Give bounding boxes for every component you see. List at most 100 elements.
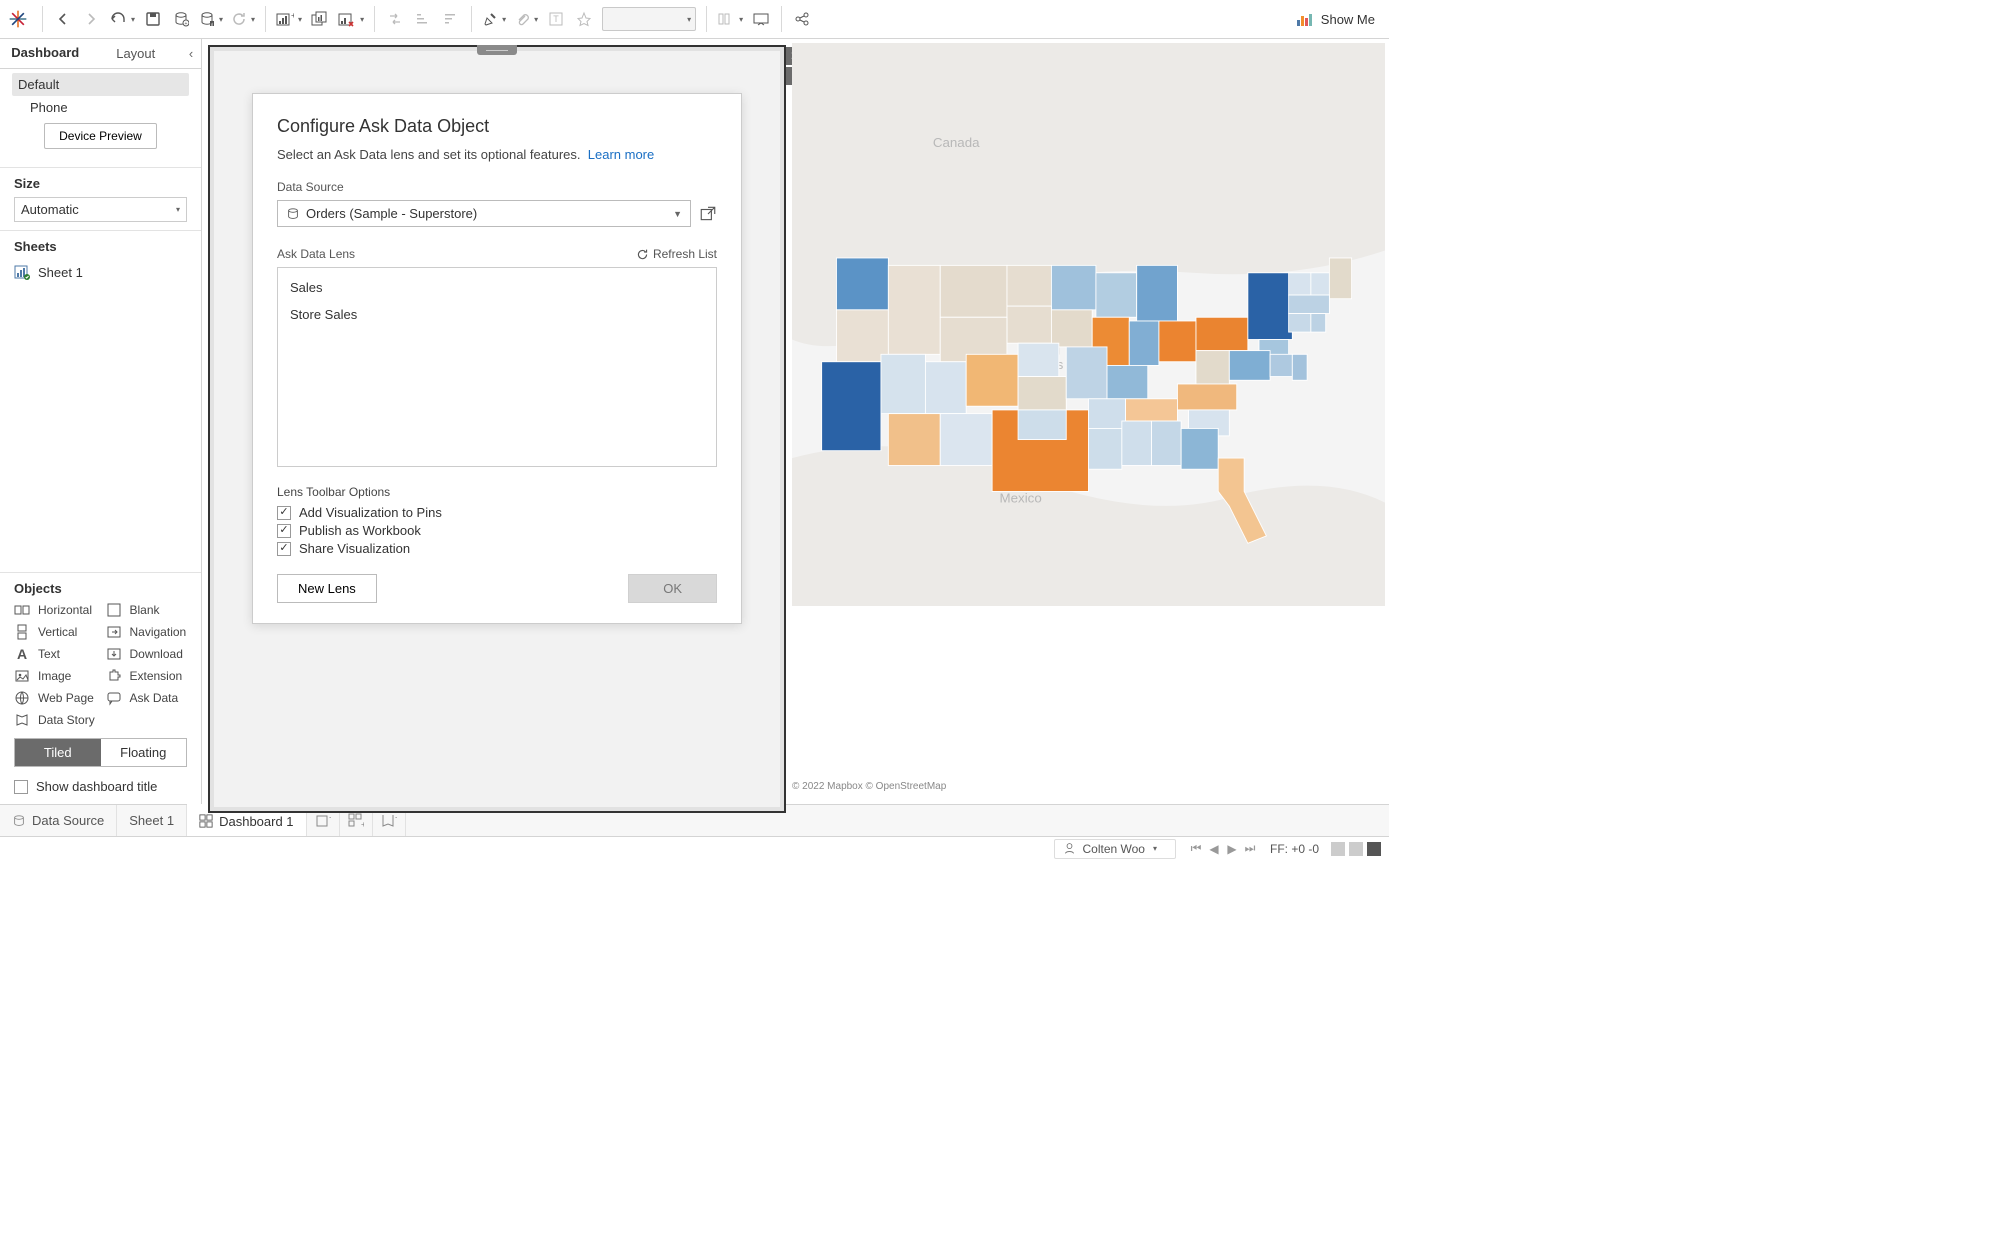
top-toolbar: ▾ + ▾ ▾ +▾ ▾ ▾ ▾ T ▾ ▾ Show Me <box>0 0 1389 39</box>
new-worksheet-button[interactable]: +▾ <box>272 5 306 33</box>
checkbox-icon[interactable] <box>277 524 291 538</box>
sheet-label: Sheet 1 <box>38 265 83 280</box>
show-mark-labels-button[interactable]: T <box>542 5 570 33</box>
tab-dashboard[interactable]: Dashboard <box>0 39 91 68</box>
checkbox-icon[interactable] <box>277 542 291 556</box>
tab-sheet1[interactable]: Sheet 1 <box>117 805 187 836</box>
sidebar-collapse-button[interactable]: ‹ <box>181 39 201 68</box>
object-ask-data[interactable]: Ask Data <box>106 690 188 706</box>
toolbar-search-input[interactable]: ▾ <box>602 7 696 31</box>
learn-more-link[interactable]: Learn more <box>588 147 654 162</box>
status-bar: Colten Woo ▾ ⏮ ◀ ▶ ⏭ FF: +0 -0 <box>0 836 1389 860</box>
object-horizontal[interactable]: Horizontal <box>14 602 96 618</box>
lens-list[interactable]: Sales Store Sales <box>277 267 717 467</box>
show-title-checkbox[interactable] <box>14 780 28 794</box>
tab-layout[interactable]: Layout <box>91 39 182 68</box>
pin-button[interactable] <box>570 5 598 33</box>
dialog-description: Select an Ask Data lens and set its opti… <box>277 147 717 162</box>
sort-ascending-button[interactable] <box>409 5 437 33</box>
save-button[interactable] <box>139 5 167 33</box>
worksheet-icon <box>14 264 30 280</box>
user-icon <box>1063 842 1076 855</box>
main-area: Dashboard Layout ‹ Default Phone Device … <box>0 39 1389 804</box>
toggle-floating[interactable]: Floating <box>101 739 187 766</box>
object-data-story[interactable]: Data Story <box>14 712 96 728</box>
device-phone[interactable]: Phone <box>12 96 189 119</box>
toggle-tiled[interactable]: Tiled <box>15 739 101 766</box>
nav-first[interactable]: ⏮ <box>1188 841 1204 856</box>
view-mode-tabs[interactable] <box>1331 842 1345 856</box>
lens-item[interactable]: Sales <box>278 274 716 301</box>
show-title-label: Show dashboard title <box>36 779 157 794</box>
refresh-data-button[interactable]: ▾ <box>227 5 259 33</box>
user-menu[interactable]: Colten Woo ▾ <box>1054 839 1176 859</box>
size-select[interactable]: Automatic ▾ <box>14 197 187 222</box>
state-mi <box>1137 265 1178 321</box>
refresh-icon <box>636 248 649 261</box>
tab-data-source[interactable]: Data Source <box>0 805 117 836</box>
ok-button[interactable]: OK <box>628 574 717 603</box>
swap-rows-columns-button[interactable] <box>381 5 409 33</box>
presentation-mode-button[interactable] <box>747 5 775 33</box>
pause-auto-updates-button[interactable]: ▾ <box>195 5 227 33</box>
state-wi <box>1096 273 1137 317</box>
ask-data-object-frame[interactable]: ✕ ▼ Configure Ask Data Object Select an … <box>208 45 786 813</box>
clear-sheet-button[interactable]: ▾ <box>334 5 368 33</box>
back-button[interactable] <box>49 5 77 33</box>
opt-share[interactable]: Share Visualization <box>277 541 717 556</box>
refresh-list-button[interactable]: Refresh List <box>636 247 717 261</box>
highlight-button[interactable]: ▾ <box>478 5 510 33</box>
sort-descending-button[interactable] <box>437 5 465 33</box>
nav-last[interactable]: ⏭ <box>1242 841 1258 856</box>
forward-button[interactable] <box>77 5 105 33</box>
object-web-page[interactable]: Web Page <box>14 690 96 706</box>
state-ne <box>1018 343 1059 376</box>
nav-next[interactable]: ▶ <box>1224 842 1240 856</box>
state-vt <box>1289 273 1311 295</box>
sheet-item[interactable]: Sheet 1 <box>14 260 187 284</box>
database-icon <box>286 207 300 221</box>
object-navigation[interactable]: Navigation <box>106 624 188 640</box>
opt-add-pins[interactable]: Add Visualization to Pins <box>277 505 717 520</box>
object-text[interactable]: AText <box>14 646 96 662</box>
svg-text:+: + <box>291 11 294 20</box>
map-viz[interactable]: Profit -25,729 76,381 Canada United Stat… <box>792 43 1385 794</box>
state-ok <box>1018 410 1066 440</box>
show-me-button[interactable]: Show Me <box>1297 12 1375 27</box>
size-section: Size Automatic ▾ <box>0 167 201 230</box>
state-ar <box>1088 399 1125 429</box>
view-mode-sheets[interactable] <box>1367 842 1381 856</box>
object-blank[interactable]: Blank <box>106 602 188 618</box>
object-download[interactable]: Download <box>106 646 188 662</box>
show-dashboard-title-row[interactable]: Show dashboard title <box>14 779 187 794</box>
state-md <box>1270 354 1292 376</box>
device-default[interactable]: Default <box>12 73 189 96</box>
attach-button[interactable]: ▾ <box>510 5 542 33</box>
data-source-select[interactable]: Orders (Sample - Superstore) ▼ <box>277 200 691 227</box>
checkbox-icon[interactable] <box>277 506 291 520</box>
duplicate-sheet-button[interactable] <box>306 5 334 33</box>
fit-button[interactable]: ▾ <box>713 5 747 33</box>
open-external-icon[interactable] <box>699 205 717 223</box>
view-mode-filmstrip[interactable] <box>1349 842 1363 856</box>
state-nv <box>881 354 925 413</box>
database-icon <box>12 814 26 828</box>
lens-item[interactable]: Store Sales <box>278 301 716 328</box>
new-data-source-button[interactable]: + <box>167 5 195 33</box>
new-lens-button[interactable]: New Lens <box>277 574 377 603</box>
device-preview-button[interactable]: Device Preview <box>44 123 157 149</box>
state-ks <box>1018 377 1066 410</box>
nav-prev[interactable]: ◀ <box>1206 842 1222 856</box>
object-vertical[interactable]: Vertical <box>14 624 96 640</box>
state-ia <box>1051 310 1092 347</box>
opt-publish[interactable]: Publish as Workbook <box>277 523 717 538</box>
data-source-label: Data Source <box>277 180 717 194</box>
object-extension[interactable]: Extension <box>106 668 188 684</box>
frame-drag-handle[interactable] <box>477 45 517 55</box>
show-me-label: Show Me <box>1321 12 1375 27</box>
ff-status: FF: +0 -0 <box>1270 842 1319 856</box>
state-nh <box>1311 273 1330 295</box>
object-image[interactable]: Image <box>14 668 96 684</box>
share-button[interactable] <box>788 5 816 33</box>
undo-dropdown[interactable]: ▾ <box>105 5 139 33</box>
